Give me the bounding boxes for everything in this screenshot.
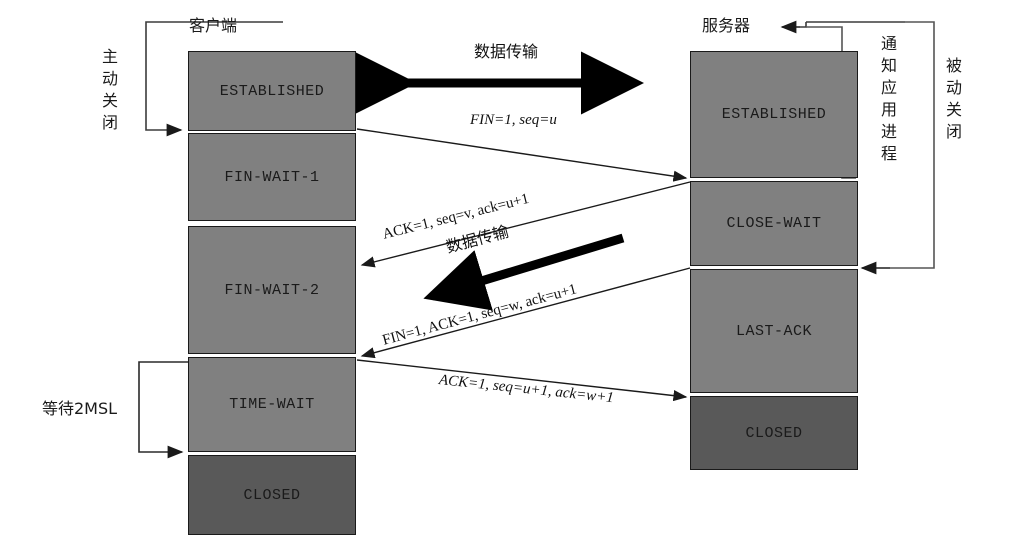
client-state-fin-wait-2-label: FIN-WAIT-2 xyxy=(224,281,320,299)
client-state-closed: CLOSED xyxy=(188,455,356,535)
message-arrow-1 xyxy=(356,128,688,182)
server-title: 服务器 xyxy=(702,16,751,35)
server-state-last-ack-label: LAST-ACK xyxy=(735,322,812,340)
client-title: 客户端 xyxy=(189,16,238,35)
client-state-established-label: ESTABLISHED xyxy=(219,82,325,100)
server-state-closed-label: CLOSED xyxy=(745,424,803,442)
tcp-four-way-handshake-diagram: ESTABLISHED FIN-WAIT-1 FIN-WAIT-2 TIME-W… xyxy=(0,0,1016,548)
server-title-line xyxy=(780,20,905,34)
client-state-closed-label: CLOSED xyxy=(243,486,301,504)
client-state-time-wait-label: TIME-WAIT xyxy=(229,396,315,413)
wait-2msl-bracket xyxy=(138,361,188,459)
passive-close-label: 被动关闭 xyxy=(945,56,962,141)
message-label-1: FIN=1, seq=u xyxy=(470,112,557,128)
server-state-closed: CLOSED xyxy=(690,396,858,470)
message-arrow-3 xyxy=(360,267,691,359)
client-state-fin-wait-1-label: FIN-WAIT-1 xyxy=(224,168,320,186)
server-state-established: ESTABLISHED xyxy=(690,51,858,178)
client-state-established: ESTABLISHED xyxy=(188,51,356,131)
diagram-lines-layer xyxy=(138,20,935,459)
server-state-last-ack: LAST-ACK xyxy=(690,269,858,393)
server-state-established-label: ESTABLISHED xyxy=(721,106,827,123)
active-close-label: 主动关闭 xyxy=(101,47,118,132)
wait-2msl-label: 等待2MSL xyxy=(42,399,118,418)
client-state-fin-wait-1: FIN-WAIT-1 xyxy=(188,133,356,221)
notify-app-label: 通知应用进程 xyxy=(880,34,897,163)
client-state-time-wait: TIME-WAIT xyxy=(188,357,356,452)
client-state-fin-wait-2: FIN-WAIT-2 xyxy=(188,226,356,354)
server-state-close-wait-label: CLOSE-WAIT xyxy=(726,215,822,232)
server-state-close-wait: CLOSE-WAIT xyxy=(690,181,858,266)
data-transfer-label-top: 数据传输 xyxy=(474,42,539,61)
